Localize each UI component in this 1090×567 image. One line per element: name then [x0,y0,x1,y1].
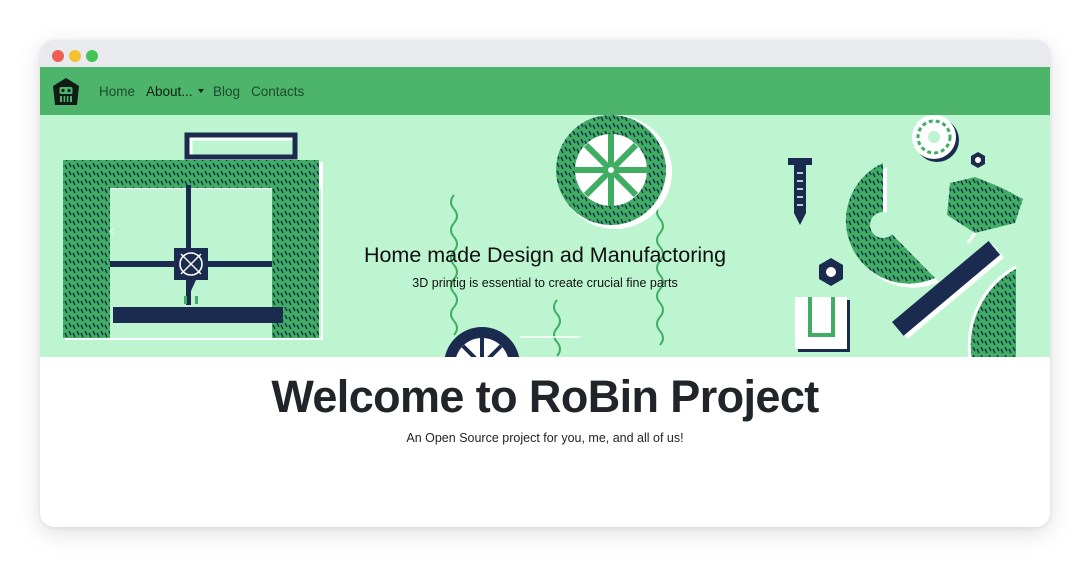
robot-logo-icon[interactable] [50,76,82,108]
nav-about-label: About... [146,84,193,99]
hero-illustration [63,115,1023,357]
maximize-window-button[interactable] [86,50,98,62]
nav-home-link[interactable]: Home [99,83,135,100]
page-title: Welcome to RoBin Project [271,371,819,422]
nav-contacts-link[interactable]: Contacts [251,83,304,100]
window-titlebar [40,40,1050,67]
printer-illustration [63,132,323,340]
nav-about-dropdown[interactable]: About... [146,83,204,100]
navbar: Home About... Blog Contacts [40,67,1050,115]
browser-window: Home About... Blog Contacts ‹ Home made … [40,40,1050,527]
parts-illustration [788,115,1023,357]
minimize-window-button[interactable] [69,50,81,62]
carousel-prev-icon[interactable]: ‹ [108,221,115,242]
close-window-button[interactable] [52,50,64,62]
page-subtitle: An Open Source project for you, me, and … [406,431,684,445]
nav-blog-link[interactable]: Blog [213,83,240,100]
hero-carousel: ‹ Home made Design ad Manufactoring 3D p… [40,115,1050,357]
spool-illustration [444,115,672,357]
hero-title: Home made Design ad Manufactoring [363,243,727,267]
hero-subtitle: 3D printig is essential to create crucia… [412,276,678,290]
caret-down-icon [197,89,204,93]
